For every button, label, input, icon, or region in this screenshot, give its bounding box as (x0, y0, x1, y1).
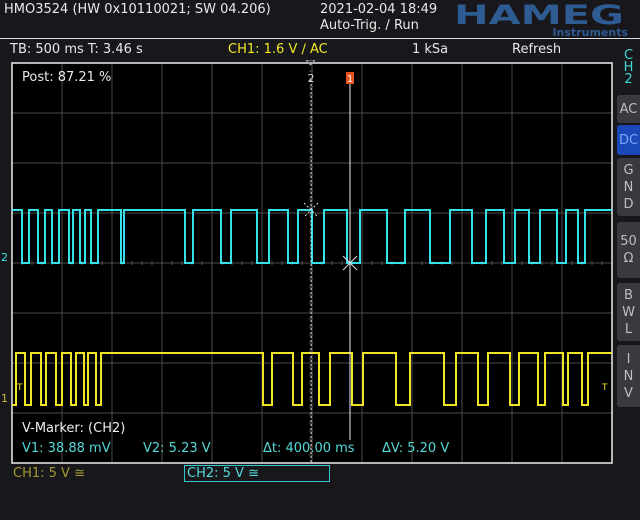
marker-2-label: 2 (308, 72, 315, 85)
ch2-scale[interactable]: CH2: 5 V ≅ (184, 465, 330, 482)
graticule (0, 60, 640, 470)
ch1-scale[interactable]: CH1: 5 V ≅ (13, 466, 85, 481)
v1-readout: V1: 38.88 mV (22, 441, 111, 456)
marker-1-label: 1 (347, 74, 353, 85)
channel-letter: 2 (624, 72, 633, 87)
side-menu-channel: C H 2 (617, 49, 640, 87)
coupling-dc-button[interactable]: DC (617, 125, 640, 155)
trigger-readout[interactable]: CH1: 1.6 V ∕ AC (228, 42, 328, 57)
trigger-run-status: Auto-Trig. / Run (320, 18, 419, 33)
acquisition-mode[interactable]: Refresh (512, 42, 561, 57)
hameg-logo: HAMEG Instruments (454, 0, 628, 38)
termination-50-button[interactable]: 50 Ω (617, 222, 640, 278)
coupling-ac-button[interactable]: AC (617, 95, 640, 123)
svg-text:Instruments: Instruments (552, 26, 628, 38)
timebase-readout[interactable]: TB: 500 ms T: 3.46 s (10, 42, 143, 57)
sample-rate: 1 kSa (412, 42, 449, 57)
date-time: 2021-02-04 18:49 (320, 2, 438, 17)
header-divider (0, 38, 640, 39)
ch1-ground-label: 1 (1, 392, 8, 405)
invert-button[interactable]: I N V (617, 345, 640, 407)
bandwidth-limit-button[interactable]: B W L (617, 283, 640, 341)
coupling-gnd-button[interactable]: G N D (617, 158, 640, 216)
v2-readout: V2: 5.23 V (143, 441, 211, 456)
delta-v-readout: ΔV: 5.20 V (382, 441, 450, 456)
instrument-title: HMO3524 (HW 0x10110021; SW 04.206) (4, 2, 271, 17)
post-trigger-readout: Post: 87.21 % (22, 70, 112, 85)
v-marker-title: V-Marker: (CH2) (22, 421, 126, 436)
ch2-ground-label: 2 (1, 251, 8, 264)
waveform-display: 1 2 2 1 T T (0, 60, 640, 470)
delta-t-readout: Δt: 400.00 ms (263, 441, 355, 456)
trigger-level-left: T (16, 383, 23, 393)
trigger-level-right: T (601, 383, 608, 393)
